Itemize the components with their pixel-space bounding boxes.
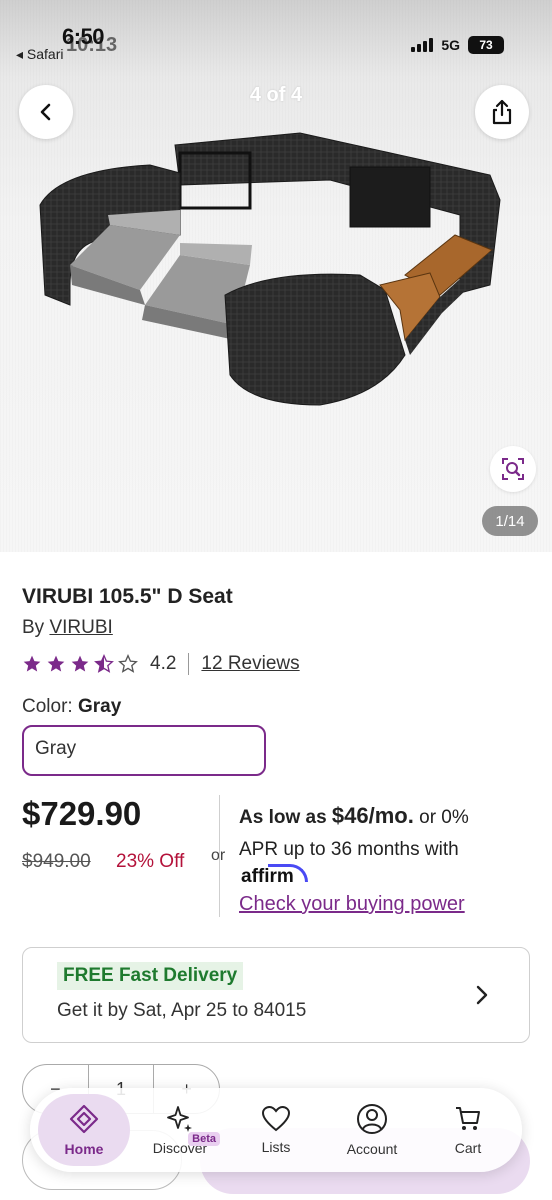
star-rating (22, 654, 138, 674)
star-icon (94, 654, 114, 673)
check-buying-power-link[interactable]: Check your buying power (239, 893, 465, 916)
home-icon (69, 1104, 99, 1134)
back-to-safari-link[interactable]: ◂ Safari (16, 46, 64, 63)
tab-lists-label: Lists (261, 1139, 291, 1155)
as-low-as-label: As low as (239, 807, 332, 828)
zoom-icon (502, 458, 524, 480)
chevron-left-icon (40, 103, 51, 121)
rating-value: 4.2 (150, 653, 177, 674)
tab-cart-label: Cart (454, 1140, 482, 1156)
tab-account-label: Account (346, 1141, 398, 1157)
status-time: 6:50 (62, 24, 105, 49)
product-title: VIRUBI 105.5" D Seat (22, 585, 233, 608)
beta-badge: Beta (188, 1132, 220, 1146)
status-indicators: 5G 73 (411, 36, 504, 54)
delivery-estimate: Get it by Sat, Apr 25 to 84015 (57, 1000, 307, 1021)
network-label: 5G (441, 37, 460, 53)
color-label-prefix: Color: (22, 696, 78, 717)
rating-row: 4.2 12 Reviews (22, 652, 300, 676)
sale-price: $729.90 (22, 795, 142, 832)
free-delivery-badge: FREE Fast Delivery (57, 962, 244, 990)
account-icon (357, 1104, 387, 1134)
heart-icon (261, 1105, 291, 1132)
tab-home[interactable]: Home (38, 1094, 130, 1166)
zoom-image-button[interactable] (490, 446, 536, 492)
color-option-gray[interactable]: Gray (22, 725, 266, 776)
image-counter: 1/14 (482, 506, 538, 536)
original-price: $949.00 (22, 851, 91, 872)
or-apr-label: or 0% (413, 807, 469, 828)
discount-percent: 23% Off (116, 851, 185, 872)
price-divider (219, 795, 220, 917)
tab-discover[interactable]: Discover Beta (134, 1094, 226, 1166)
tab-account[interactable]: Account (326, 1094, 418, 1166)
reviews-link[interactable]: 12 Reviews (201, 653, 299, 675)
signal-icon (411, 38, 434, 52)
page-indicator: 4 of 4 (249, 84, 303, 106)
brand-link[interactable]: VIRUBI (49, 617, 112, 638)
battery-icon: 73 (468, 36, 504, 54)
share-icon (492, 99, 512, 125)
color-label: Color: Gray (22, 696, 121, 718)
monthly-price: $46/mo. (331, 803, 414, 828)
tab-cart[interactable]: Cart (422, 1094, 514, 1166)
tab-home-label: Home (64, 1141, 104, 1157)
affirm-arc-icon (268, 864, 308, 882)
star-icon (23, 655, 41, 672)
product-photo (39, 132, 501, 406)
cart-icon (456, 1107, 480, 1130)
brand-byline: By VIRUBI (22, 617, 113, 639)
chevron-right-icon (476, 985, 488, 1005)
by-prefix: By (22, 617, 50, 638)
product-image-gallery[interactable]: 10:13 6:50 ◂ Safari 5G 73 4 of 4 1/14 (0, 0, 552, 552)
financing-info: As low as $46/mo. or 0% APR up to 36 mon… (239, 800, 539, 866)
tab-lists[interactable]: Lists (230, 1094, 322, 1166)
star-icon (47, 655, 65, 672)
apr-line: APR up to 36 months with (239, 839, 459, 860)
divider (188, 653, 190, 675)
star-icon (71, 655, 89, 672)
bottom-tab-bar: Home Discover Beta Lists Account Cart (30, 1088, 522, 1172)
color-value: Gray (77, 696, 122, 717)
delivery-card[interactable]: FREE Fast Delivery Get it by Sat, Apr 25… (22, 947, 530, 1043)
star-outline-icon (118, 654, 138, 673)
sparkle-icon (167, 1106, 192, 1132)
